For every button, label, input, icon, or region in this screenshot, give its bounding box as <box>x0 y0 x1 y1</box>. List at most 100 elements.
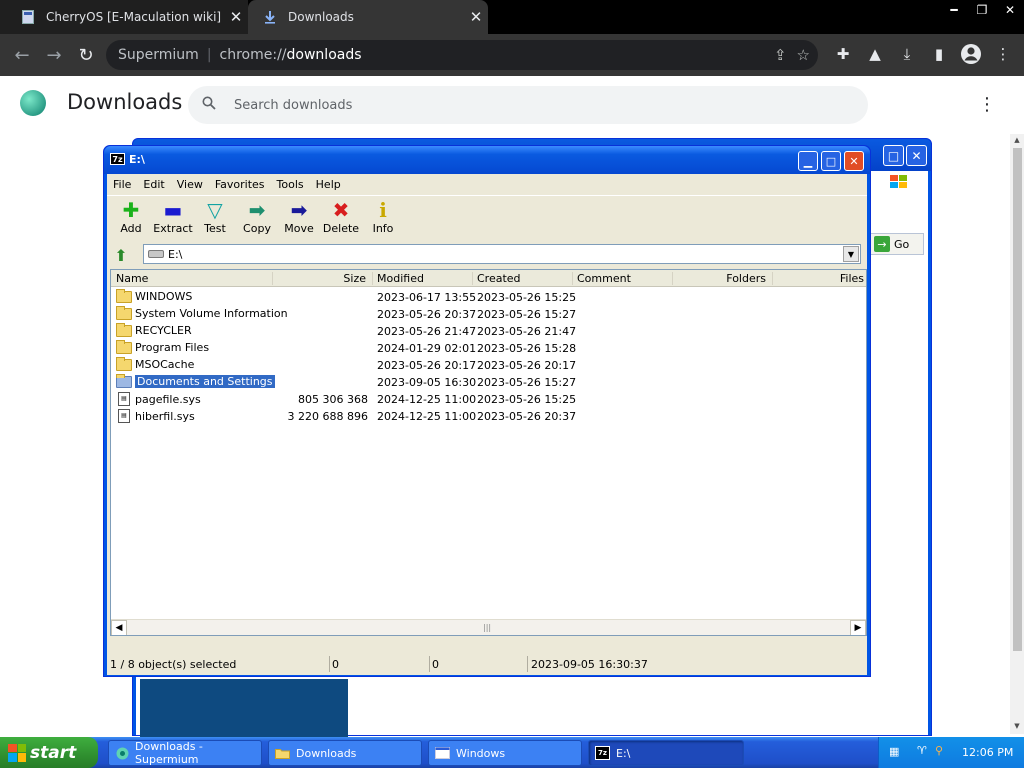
keyboard-icon[interactable]: ▦ <box>889 745 899 758</box>
bookmark-star-icon[interactable]: ☆ <box>797 46 810 64</box>
7zip-title-bar[interactable]: 7z E:\ ▁ □ ✕ <box>104 146 870 174</box>
maximize-icon[interactable]: □ <box>883 145 904 166</box>
extensions-puzzle-icon[interactable]: ✚ <box>832 43 854 65</box>
tab-downloads[interactable]: Downloads ✕ <box>248 0 488 34</box>
taskbar-item-windows[interactable]: Windows <box>428 740 582 766</box>
taskbar-item-label: Downloads <box>296 746 357 760</box>
file-created: 2023-05-26 15:27 <box>477 308 577 321</box>
menu-edit[interactable]: Edit <box>137 178 170 191</box>
windows-flag-icon <box>8 743 26 762</box>
kebab-menu-icon[interactable]: ⋮ <box>992 43 1014 65</box>
menu-tools[interactable]: Tools <box>271 178 310 191</box>
col-folders[interactable]: Folders <box>673 272 773 285</box>
scroll-left-arrow-icon[interactable]: ◀ <box>111 620 127 635</box>
7zip-app-icon: 7z <box>595 746 610 760</box>
file-row[interactable]: WINDOWS 2023-06-17 13:55 2023-05-26 15:2… <box>111 288 866 306</box>
menu-favorites[interactable]: Favorites <box>209 178 271 191</box>
col-name[interactable]: Name <box>111 272 273 285</box>
add-button[interactable]: ✚ Add <box>110 198 152 235</box>
clock[interactable]: 12:06 PM <box>962 746 1013 759</box>
delete-button[interactable]: ✖ Delete <box>320 198 362 235</box>
close-icon[interactable]: ✕ <box>906 145 927 166</box>
col-size[interactable]: Size <box>273 272 373 285</box>
restore-icon[interactable]: ❐ <box>968 0 996 20</box>
extract-button[interactable]: ▬ Extract <box>152 198 194 235</box>
menu-help[interactable]: Help <box>310 178 347 191</box>
file-row[interactable]: MSOCache 2023-05-26 20:17 2023-05-26 20:… <box>111 356 866 374</box>
path-combobox[interactable]: E:\ ▼ <box>143 244 861 264</box>
window-title: E:\ <box>129 153 145 166</box>
minimize-icon[interactable]: ▁ <box>798 151 818 171</box>
address-bar[interactable]: Supermium | chrome://downloads ⇪ ☆ <box>106 40 818 70</box>
more-actions-icon[interactable]: ⋮ <box>978 96 996 114</box>
taskbar-item-downloads-supermium[interactable]: Downloads - Supermium <box>108 740 262 766</box>
taskbar-item-label: E:\ <box>616 746 631 760</box>
menu-file[interactable]: File <box>107 178 137 191</box>
scroll-up-arrow-icon[interactable]: ▲ <box>1012 136 1022 146</box>
file-row[interactable]: System Volume Information 2023-05-26 20:… <box>111 305 866 323</box>
go-button[interactable]: → Go <box>870 233 924 255</box>
copy-button[interactable]: ➡ Copy <box>236 198 278 235</box>
col-modified[interactable]: Modified <box>373 272 473 285</box>
file-modified: 2024-12-25 11:00 <box>377 393 477 406</box>
file-row-selected[interactable]: Documents and Settings 2023-09-05 16:30 … <box>111 373 866 391</box>
col-comment[interactable]: Comment <box>573 272 673 285</box>
reload-icon[interactable]: ↻ <box>74 43 98 67</box>
start-button[interactable]: start <box>0 737 98 768</box>
scroll-down-arrow-icon[interactable]: ▼ <box>1012 722 1022 732</box>
profile-avatar-icon[interactable] <box>960 43 982 65</box>
close-window-icon[interactable]: ✕ <box>996 0 1024 20</box>
share-icon[interactable]: ⇪ <box>774 46 787 64</box>
minimize-icon[interactable]: ━ <box>940 0 968 20</box>
close-icon[interactable]: ✕ <box>844 151 864 171</box>
back-arrow-icon[interactable]: ← <box>10 43 34 67</box>
file-modified: 2023-05-26 20:37 <box>377 308 477 321</box>
test-button[interactable]: ▽ Test <box>194 198 236 235</box>
horizontal-scrollbar[interactable]: ◀ ||| ▶ <box>111 619 866 635</box>
tab-title: Downloads <box>288 10 354 24</box>
browser-toolbar: ← → ↻ Supermium | chrome://downloads ⇪ ☆… <box>0 34 1024 76</box>
taskbar-item-downloads-folder[interactable]: Downloads <box>268 740 422 766</box>
delete-x-icon: ✖ <box>332 198 350 222</box>
menu-view[interactable]: View <box>171 178 209 191</box>
tab-close-icon[interactable]: ✕ <box>224 8 248 26</box>
file-row[interactable]: ▤ hiberfil.sys 3 220 688 896 2024-12-25 1… <box>111 408 866 425</box>
side-panel-icon[interactable]: ▮ <box>928 43 950 65</box>
system-file-icon: ▤ <box>118 392 130 406</box>
omnibox-divider: | <box>206 47 212 63</box>
file-created: 2023-05-26 15:27 <box>477 376 577 389</box>
maximize-icon[interactable]: □ <box>821 151 841 171</box>
info-button[interactable]: i Info <box>362 198 404 235</box>
column-header: Name Size Modified Created Comment Folde… <box>111 270 866 287</box>
file-list[interactable]: Name Size Modified Created Comment Folde… <box>110 269 867 636</box>
downloads-icon[interactable]: ⤓ <box>896 43 918 65</box>
page-scrollbar[interactable]: ▲ ▼ <box>1010 134 1024 734</box>
scroll-thumb[interactable] <box>1013 148 1022 651</box>
taskbar-item-7zip[interactable]: 7z E:\ <box>588 740 744 766</box>
col-files[interactable]: Files <box>773 272 866 285</box>
status-packed: 0 <box>432 658 439 671</box>
file-row[interactable]: Program Files 2024-01-29 02:01 2023-05-2… <box>111 339 866 357</box>
tab-cherryos-wiki[interactable]: CherryOS [E-Maculation wiki] ✕ <box>0 0 248 34</box>
forward-arrow-icon[interactable]: → <box>42 43 66 67</box>
up-folder-icon[interactable]: ⬆ <box>111 245 131 265</box>
scroll-right-arrow-icon[interactable]: ▶ <box>850 620 866 635</box>
download-favicon-icon <box>262 9 278 25</box>
tab-close-icon[interactable]: ✕ <box>464 8 488 26</box>
search-placeholder: Search downloads <box>234 97 353 113</box>
labs-flask-icon[interactable]: ▲ <box>864 43 886 65</box>
file-row[interactable]: RECYCLER 2023-05-26 21:47 2023-05-26 21:… <box>111 322 866 340</box>
network-icon[interactable]: ♈ <box>917 744 927 757</box>
file-name: Program Files <box>135 341 210 354</box>
scroll-grip-icon[interactable]: ||| <box>483 623 491 632</box>
file-modified: 2024-12-25 11:00 <box>377 410 477 423</box>
chevron-down-icon[interactable]: ▼ <box>843 246 859 262</box>
7zip-file-manager-window[interactable]: 7z E:\ ▁ □ ✕ File Edit View Favorites To… <box>103 145 871 677</box>
site-label: Supermium <box>118 47 199 63</box>
col-created[interactable]: Created <box>473 272 573 285</box>
move-button[interactable]: ➡ Move <box>278 198 320 235</box>
search-magnifier-icon[interactable]: ⚲ <box>935 744 943 757</box>
search-downloads-input[interactable]: Search downloads <box>188 86 868 124</box>
file-name: RECYCLER <box>135 324 192 337</box>
file-row[interactable]: ▤ pagefile.sys 805 306 368 2024-12-25 11:… <box>111 391 866 408</box>
